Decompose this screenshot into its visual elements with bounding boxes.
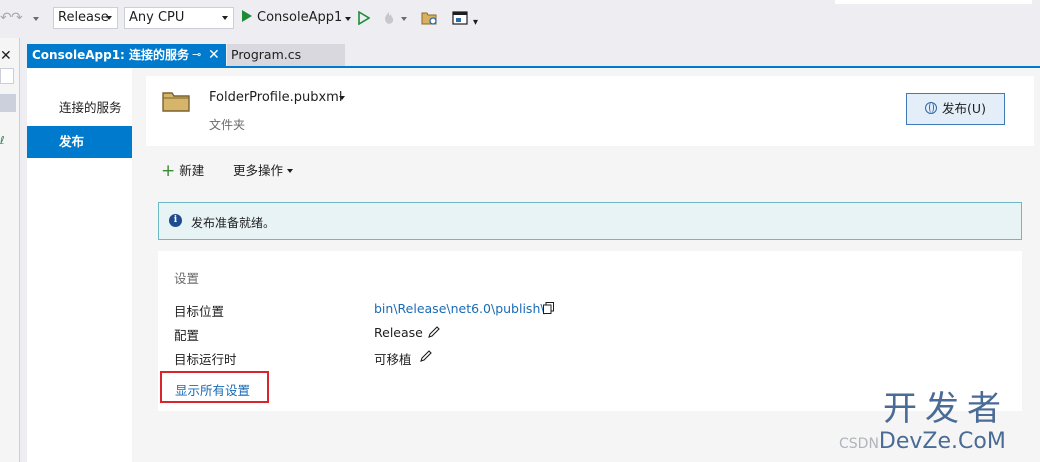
solution-platform-value: Any CPU [129, 10, 185, 25]
main-toolbar: ↶ ↷ Release Any CPU ConsoleApp1 ▾ [0, 0, 1040, 38]
play-icon [242, 10, 252, 22]
publish-profile-card: FolderProfile.pubxml 文件夹 发布(U) [146, 76, 1034, 146]
watermark-faint-text: CSDN [839, 436, 879, 452]
folder-icon [162, 92, 190, 112]
solution-platform-select[interactable]: Any CPU [124, 7, 234, 29]
new-profile-button[interactable]: + 新建 [161, 160, 205, 181]
tab-connected-services[interactable]: ConsoleApp1: 连接的服务 ⊸ ✕ [27, 44, 226, 66]
redo-icon[interactable]: ↷ [11, 11, 23, 25]
info-icon: i [169, 214, 182, 227]
info-message: 发布准备就绪。 [191, 216, 276, 230]
tab-program-cs[interactable]: Program.cs [227, 44, 345, 66]
nav-item-label: 连接的服务 [59, 100, 122, 115]
chevron-down-icon [106, 16, 112, 20]
nav-item-label: 发布 [59, 134, 85, 149]
close-icon[interactable]: ✕ [0, 48, 12, 64]
show-all-settings-highlight: 显示所有设置 [160, 371, 269, 403]
document-tab-bar: ConsoleApp1: 连接的服务 ⊸ ✕ Program.cs [27, 44, 1040, 66]
globe-icon [925, 102, 938, 114]
nav-item-publish[interactable]: 发布 [27, 126, 132, 158]
chevron-down-icon [287, 169, 294, 173]
publish-button[interactable]: 发布(U) [906, 93, 1005, 125]
hot-reload-dropdown-icon[interactable] [401, 17, 407, 21]
new-profile-label: 新建 [179, 163, 205, 178]
side-selected-item[interactable] [0, 94, 16, 112]
publish-button-label: 发布(U) [942, 101, 986, 116]
tab-label: ConsoleApp1: 连接的服务 [32, 48, 190, 62]
info-bar: i 发布准备就绪。 [158, 202, 1022, 240]
side-strip-glyph: ℓ [0, 134, 5, 147]
plus-icon: + [161, 161, 176, 181]
page-nav: 连接的服务 发布 [27, 68, 132, 462]
pin-icon[interactable]: ⊸ [192, 44, 201, 66]
undo-icon[interactable]: ↶ [0, 11, 12, 25]
target-runtime-label: 目标运行时 [174, 352, 237, 367]
nav-item-connected-services[interactable]: 连接的服务 [27, 92, 132, 124]
tab-label: Program.cs [231, 47, 302, 62]
hot-reload-icon[interactable] [381, 10, 397, 26]
target-location-link[interactable]: bin\Release\net6.0\publish\ [374, 301, 545, 316]
settings-card: 设置 目标位置 bin\Release\net6.0\publish\ 配置 R… [158, 251, 1022, 411]
more-actions-label: 更多操作 [233, 163, 284, 178]
side-tool-window-strip: ✕ ℓ [0, 38, 20, 462]
watermark-logo: 开发者 [883, 389, 1009, 429]
search-box[interactable] [835, 0, 1032, 4]
settings-title: 设置 [174, 271, 200, 286]
close-icon[interactable]: ✕ [208, 44, 220, 66]
watermark-site-text: DevZe.CoM [878, 429, 1006, 454]
more-actions-button[interactable]: 更多操作 [233, 160, 294, 179]
redo-dropdown-icon[interactable] [33, 17, 39, 21]
start-without-debugging-icon[interactable] [358, 11, 370, 25]
solution-configuration-value: Release [58, 10, 109, 25]
configuration-value: Release [374, 325, 423, 340]
profile-selector[interactable]: FolderProfile.pubxml [209, 90, 342, 105]
edit-pencil-icon[interactable] [428, 326, 440, 338]
copy-icon[interactable] [543, 302, 554, 314]
show-all-settings-link[interactable]: 显示所有设置 [175, 380, 250, 399]
edit-pencil-icon[interactable] [420, 350, 432, 362]
run-target-label: ConsoleApp1 [257, 10, 343, 25]
toolbar-overflow-icon[interactable]: ▾ [473, 16, 478, 30]
folder-browse-icon[interactable] [421, 11, 438, 26]
chevron-down-icon [222, 16, 228, 20]
target-location-label: 目标位置 [174, 304, 225, 319]
profile-target-type: 文件夹 [209, 118, 246, 132]
start-debugging-button[interactable]: ConsoleApp1 [242, 8, 342, 28]
side-combo[interactable] [0, 68, 14, 84]
solution-configuration-select[interactable]: Release [53, 7, 118, 29]
window-layout-icon[interactable] [452, 11, 468, 26]
target-runtime-value: 可移植 [374, 352, 412, 367]
run-target-dropdown-icon[interactable] [345, 17, 351, 21]
chevron-down-icon[interactable] [339, 96, 345, 100]
configuration-label: 配置 [174, 328, 200, 343]
watermark-site: CSDNDevZe.CoM [839, 430, 1006, 456]
